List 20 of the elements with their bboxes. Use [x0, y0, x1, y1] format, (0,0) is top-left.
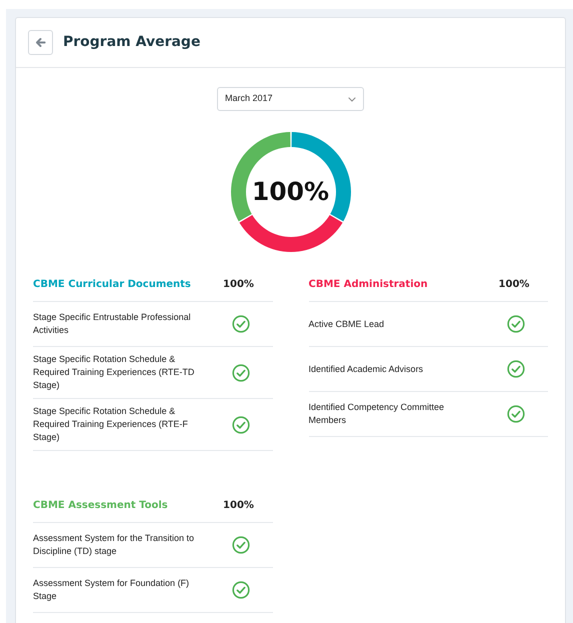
checklist-item: Assessment System for Foundation (F) Stage: [33, 577, 190, 603]
checklist-item: Active CBME Lead: [308, 318, 386, 330]
month-select[interactable]: March 2017: [217, 87, 364, 111]
section-score: 100%: [222, 278, 255, 292]
checklist-item: Stage Specific Rotation Schedule & Required Training Experiences (RTE-TD Stage): [33, 353, 196, 392]
checklist-item: Assessment System for the Transition to Discipline (TD) stage: [33, 532, 196, 558]
back-button[interactable]: [28, 30, 53, 55]
page-title: Program Average: [63, 33, 200, 52]
section-title: CBME Curricular Documents: [33, 278, 192, 292]
section-score: 100%: [222, 499, 255, 513]
chevron-down-icon: [348, 96, 356, 102]
section-score: 100%: [498, 278, 530, 292]
checklist-item: Identified Competency Committee Members: [308, 401, 446, 427]
checklist-item: Stage Specific Rotation Schedule & Required Training Experiences (RTE-F Stage): [33, 405, 189, 444]
section-title: CBME Administration: [308, 278, 429, 292]
donut-percentage: 100%: [252, 176, 330, 208]
checklist-item: Identified Academic Advisors: [308, 362, 424, 376]
arrow-left-icon: [35, 37, 46, 48]
section-title: CBME Assessment Tools: [33, 499, 169, 513]
checklist-item: Stage Specific Entrustable Professional Activities: [33, 311, 192, 337]
